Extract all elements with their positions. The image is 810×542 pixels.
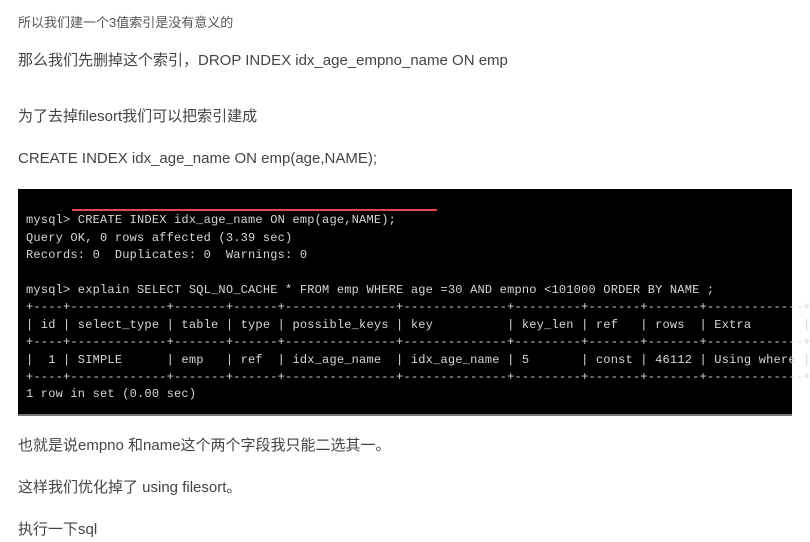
paragraph-5: 也就是说empno 和name这个两个字段我只能二选其一。 bbox=[18, 434, 792, 458]
paragraph-2: 那么我们先删掉这个索引，DROP INDEX idx_age_empno_nam… bbox=[18, 49, 792, 73]
terminal-line: | id | select_type | table | type | poss… bbox=[26, 318, 810, 332]
underline-highlight bbox=[72, 209, 437, 211]
terminal-line: Query OK, 0 rows affected (3.39 sec) bbox=[26, 231, 292, 245]
paragraph-7: 执行一下sql bbox=[18, 518, 792, 542]
paragraph-6: 这样我们优化掉了 using filesort。 bbox=[18, 476, 792, 500]
terminal-output: mysql> CREATE INDEX idx_age_name ON emp(… bbox=[18, 189, 792, 416]
sql-create-index: CREATE INDEX idx_age_name ON emp(age,NAM… bbox=[18, 147, 792, 171]
terminal-line: Records: 0 Duplicates: 0 Warnings: 0 bbox=[26, 248, 307, 262]
terminal-line: 1 row in set (0.00 sec) bbox=[26, 387, 196, 401]
paragraph-1: 所以我们建一个3值索引是没有意义的 bbox=[18, 12, 792, 31]
terminal-line: mysql> explain SELECT SQL_NO_CACHE * FRO… bbox=[26, 283, 714, 297]
terminal-line: +----+-------------+-------+------+-----… bbox=[26, 300, 810, 314]
terminal-line: | 1 | SIMPLE | emp | ref | idx_age_name … bbox=[26, 353, 810, 367]
terminal-line: mysql> CREATE INDEX idx_age_name ON emp(… bbox=[26, 213, 396, 227]
paragraph-3: 为了去掉filesort我们可以把索引建成 bbox=[18, 105, 792, 129]
terminal-line: +----+-------------+-------+------+-----… bbox=[26, 335, 810, 349]
terminal-line: +----+-------------+-------+------+-----… bbox=[26, 370, 810, 384]
